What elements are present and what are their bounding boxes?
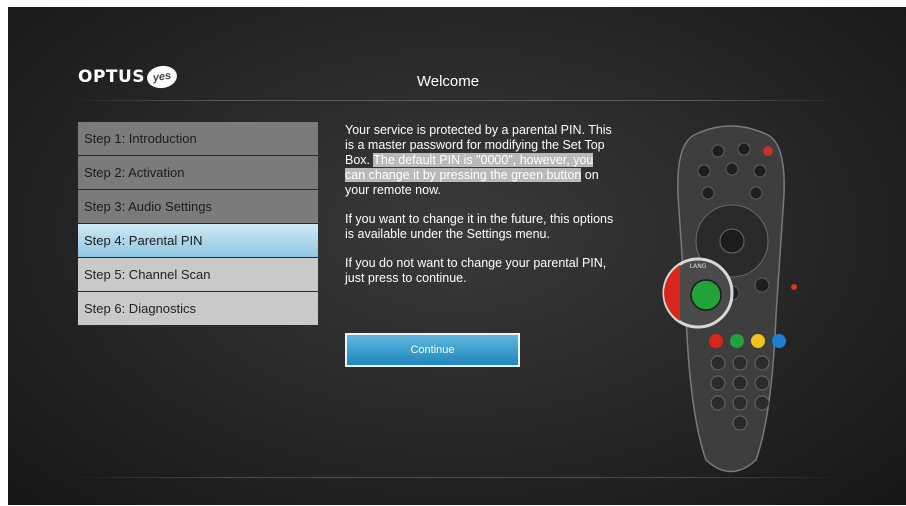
step-channel-scan[interactable]: Step 5: Channel Scan <box>78 258 318 292</box>
instruction-paragraph-2: If you want to change it in the future, … <box>345 212 614 241</box>
red-indicator-icon <box>791 284 797 290</box>
dpad-ok <box>719 228 745 254</box>
step-activation[interactable]: Step 2: Activation <box>78 156 318 190</box>
continue-button[interactable]: Continue <box>345 333 520 367</box>
brand-name: OPTUS <box>78 67 146 87</box>
magnified-red-button-icon <box>664 265 680 321</box>
header-divider <box>68 100 848 101</box>
green-button-icon <box>730 334 744 348</box>
instruction-paragraph-3: If you do not want to change your parent… <box>345 256 607 285</box>
red-button-icon <box>709 334 723 348</box>
yellow-button-icon <box>751 334 765 348</box>
step-parental-pin[interactable]: Step 4: Parental PIN <box>78 224 318 258</box>
remote-control-illustration: LANG <box>662 125 797 473</box>
step-audio-settings[interactable]: Step 3: Audio Settings <box>78 190 318 224</box>
magnified-green-button-icon <box>690 279 722 311</box>
steps-list: Step 1: Introduction Step 2: Activation … <box>78 122 318 326</box>
default-pin-highlight: The default PIN is "0000", however, you … <box>345 153 594 182</box>
footer-divider <box>68 477 848 478</box>
instruction-paragraph-1: Your service is protected by a parental … <box>345 123 615 198</box>
step-introduction[interactable]: Step 1: Introduction <box>78 122 318 156</box>
step-diagnostics[interactable]: Step 6: Diagnostics <box>78 292 318 326</box>
page-title: Welcome <box>416 73 480 90</box>
optus-logo: OPTUS yes <box>78 64 179 90</box>
blue-button-icon <box>772 334 786 348</box>
power-icon <box>763 146 773 156</box>
lang-label: LANG <box>690 263 707 270</box>
instructions-text: Your service is protected by a parental … <box>345 123 615 300</box>
tv-screen: OPTUS yes Welcome Step 1: Introduction S… <box>8 7 906 505</box>
yes-badge: yes <box>145 64 179 90</box>
